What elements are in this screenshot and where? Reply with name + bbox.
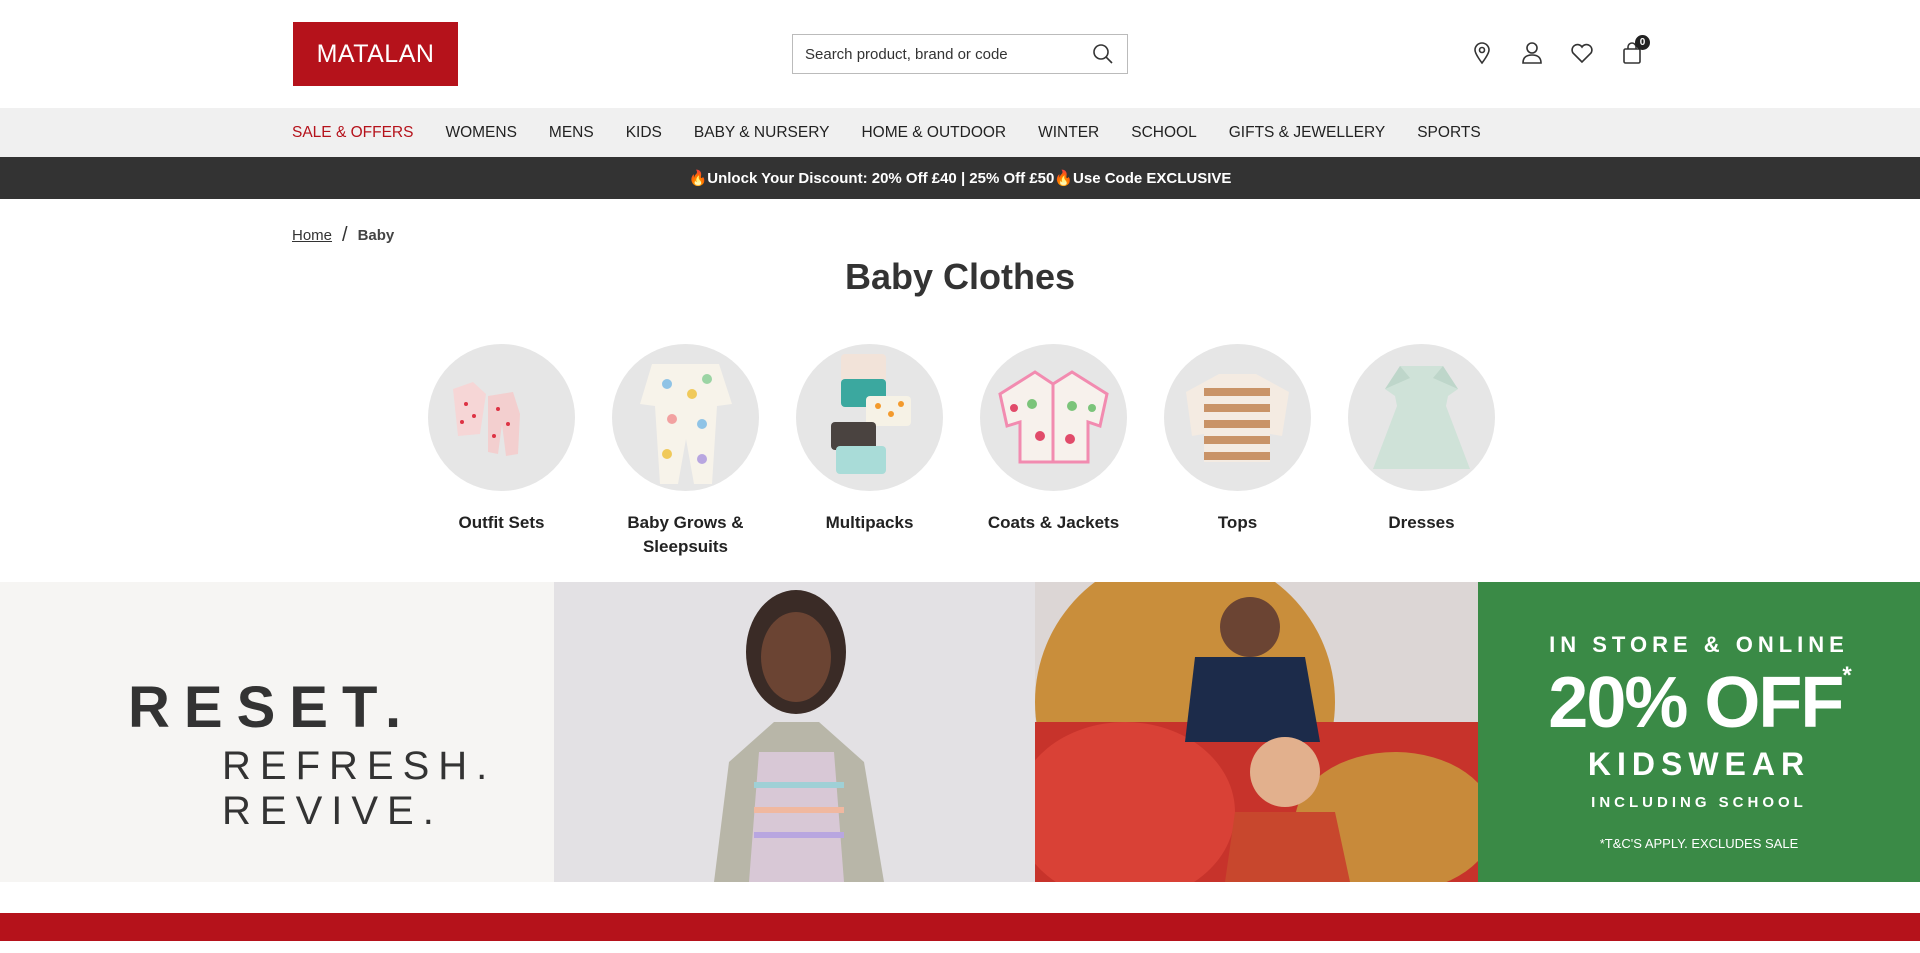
nav-item-school[interactable]: SCHOOL	[1131, 124, 1196, 142]
nav-item-sale-offers[interactable]: SALE & OFFERS	[292, 124, 413, 142]
nav-item-gifts-jewellery[interactable]: GIFTS & JEWELLERY	[1229, 124, 1385, 142]
offer-terms-text: *T&C'S APPLY. EXCLUDES SALE	[1599, 836, 1799, 851]
category-list: Outfit Sets Baby Grows & Sleepsuits Mult…	[428, 344, 1495, 559]
nav-item-kids[interactable]: KIDS	[626, 124, 662, 142]
hero-subline: REFRESH. REVIVE.	[222, 744, 497, 833]
breadcrumb-separator: /	[342, 224, 348, 246]
category-label: Outfit Sets	[458, 513, 545, 532]
breadcrumb: Home / Baby	[292, 224, 394, 247]
category-label: Dresses	[1388, 513, 1455, 532]
category-tops[interactable]: Tops	[1164, 344, 1311, 559]
hero-headline: RESET.	[128, 675, 416, 740]
site-header: MATALAN 0	[0, 0, 1920, 108]
nav-item-home-outdoor[interactable]: HOME & OUTDOOR	[861, 124, 1006, 142]
nav-item-winter[interactable]: WINTER	[1038, 124, 1099, 142]
category-label: Multipacks	[825, 513, 914, 532]
hero-text-panel: RESET. REFRESH. REVIVE.	[0, 582, 554, 882]
search-input[interactable]	[805, 45, 1091, 63]
category-baby-grows-sleepsuits[interactable]: Baby Grows & Sleepsuits	[612, 344, 759, 559]
nav-item-baby-nursery[interactable]: BABY & NURSERY	[694, 124, 830, 142]
category-dresses[interactable]: Dresses	[1348, 344, 1495, 559]
logo-text: MATALAN	[316, 39, 435, 68]
category-coats-jackets[interactable]: Coats & Jackets	[980, 344, 1127, 559]
red-promo-strip[interactable]	[0, 913, 1920, 941]
main-nav: SALE & OFFERS WOMENS MENS KIDS BABY & NU…	[0, 108, 1920, 157]
hero-photo-boys	[1035, 582, 1478, 882]
coats-jackets-image[interactable]	[980, 344, 1127, 491]
bag-icon[interactable]: 0	[1620, 35, 1650, 66]
matalan-logo[interactable]: MATALAN	[293, 22, 458, 86]
nav-item-womens[interactable]: WOMENS	[445, 124, 516, 142]
promo-banner[interactable]: 🔥Unlock Your Discount: 20% Off £40 | 25%…	[0, 157, 1920, 199]
offer-asterisk: *	[1842, 662, 1851, 689]
store-locator-icon[interactable]	[1470, 40, 1494, 66]
baby-grows-image[interactable]	[612, 344, 759, 491]
outfit-sets-image[interactable]	[428, 344, 575, 491]
offer-main-text: 20% OFF*	[1478, 662, 1920, 744]
category-label: Coats & Jackets	[987, 513, 1120, 532]
search-bar[interactable]	[792, 34, 1128, 74]
nav-item-mens[interactable]: MENS	[549, 124, 594, 142]
breadcrumb-current: Baby	[357, 227, 395, 244]
dresses-image[interactable]	[1348, 344, 1495, 491]
account-icon[interactable]	[1520, 40, 1544, 66]
hero-banner[interactable]: RESET. REFRESH. REVIVE. IN STORE & ONLIN…	[0, 582, 1920, 882]
offer-sub-text: KIDSWEAR	[1587, 746, 1811, 782]
wishlist-icon[interactable]	[1570, 40, 1594, 66]
header-icons: 0	[1470, 35, 1650, 66]
promo-text: 🔥Unlock Your Discount: 20% Off £40 | 25%…	[688, 170, 1232, 187]
breadcrumb-home-link[interactable]: Home	[292, 227, 332, 244]
search-icon[interactable]	[1091, 42, 1115, 66]
category-outfit-sets[interactable]: Outfit Sets	[428, 344, 575, 559]
category-multipacks[interactable]: Multipacks	[796, 344, 943, 559]
category-label: Tops	[1217, 513, 1258, 532]
multipacks-image[interactable]	[796, 344, 943, 491]
offer-sub2-text: INCLUDING SCHOOL	[1591, 794, 1807, 811]
tops-image[interactable]	[1164, 344, 1311, 491]
hero-photo-girl	[554, 582, 1035, 882]
offer-panel[interactable]: IN STORE & ONLINE 20% OFF* KIDSWEAR INCL…	[1478, 582, 1920, 882]
nav-item-sports[interactable]: SPORTS	[1417, 124, 1480, 142]
bag-count-badge: 0	[1635, 35, 1650, 50]
offer-main-value: 20% OFF	[1548, 663, 1844, 743]
offer-top-text: IN STORE & ONLINE	[1549, 632, 1849, 657]
page-title: Baby Clothes	[844, 256, 1076, 297]
category-label: Baby Grows & Sleepsuits	[627, 513, 744, 556]
